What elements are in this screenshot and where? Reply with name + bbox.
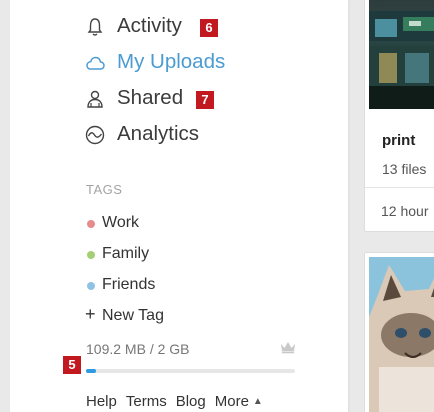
tag-label: Family — [102, 245, 150, 262]
cat-photo — [369, 257, 434, 412]
card-thumbnail — [369, 0, 434, 109]
nav-item-label: Activity — [117, 14, 182, 37]
card-thumbnail — [369, 257, 434, 412]
analytics-wave-icon — [85, 125, 105, 145]
crown-icon[interactable] — [280, 340, 296, 354]
plus-icon: + — [85, 304, 96, 324]
folder-card[interactable]: print 13 files 12 hour — [364, 0, 434, 232]
shared-badge: 7 — [196, 91, 214, 109]
footer-link-blog[interactable]: Blog — [176, 393, 206, 410]
nav-item-label: My Uploads — [117, 50, 226, 73]
tag-label: Friends — [102, 276, 156, 293]
new-tag-label: New Tag — [102, 307, 164, 324]
footer-link-terms[interactable]: Terms — [126, 393, 167, 410]
photo-card[interactable] — [364, 252, 434, 412]
activity-badge: 6 — [200, 19, 218, 37]
storage-callout-badge: 5 — [63, 356, 81, 374]
cloud-icon — [86, 56, 105, 70]
tag-color-dot — [87, 220, 95, 228]
footer-links: Help Terms Blog More ▲ — [86, 393, 263, 410]
shared-users-icon — [87, 90, 103, 108]
storage-usage-text: 109.2 MB / 2 GB — [86, 341, 190, 357]
card-timestamp: 12 hour — [381, 203, 429, 219]
tag-color-dot — [87, 251, 95, 259]
nav-item-label: Shared — [117, 86, 184, 109]
nav-item-label: Analytics — [117, 122, 200, 145]
storage-progress-fill — [86, 369, 97, 373]
tags-heading: TAGS — [86, 182, 123, 197]
tag-label: Work — [102, 214, 140, 231]
card-divider — [365, 187, 434, 188]
footer-link-help[interactable]: Help — [86, 393, 117, 410]
bell-icon — [87, 18, 103, 36]
triangle-up-icon: ▲ — [252, 396, 263, 407]
card-file-count: 13 files — [382, 161, 427, 177]
footer-more-label: More — [214, 393, 249, 410]
card-title: print — [382, 132, 416, 149]
storefront-photo — [369, 11, 434, 109]
footer-link-more[interactable]: More ▲ — [215, 393, 263, 410]
page: Activity 6 My Uploads Shared 7 Analytics… — [0, 0, 434, 412]
storage-progress-bar — [86, 369, 295, 373]
tag-color-dot — [87, 282, 95, 290]
